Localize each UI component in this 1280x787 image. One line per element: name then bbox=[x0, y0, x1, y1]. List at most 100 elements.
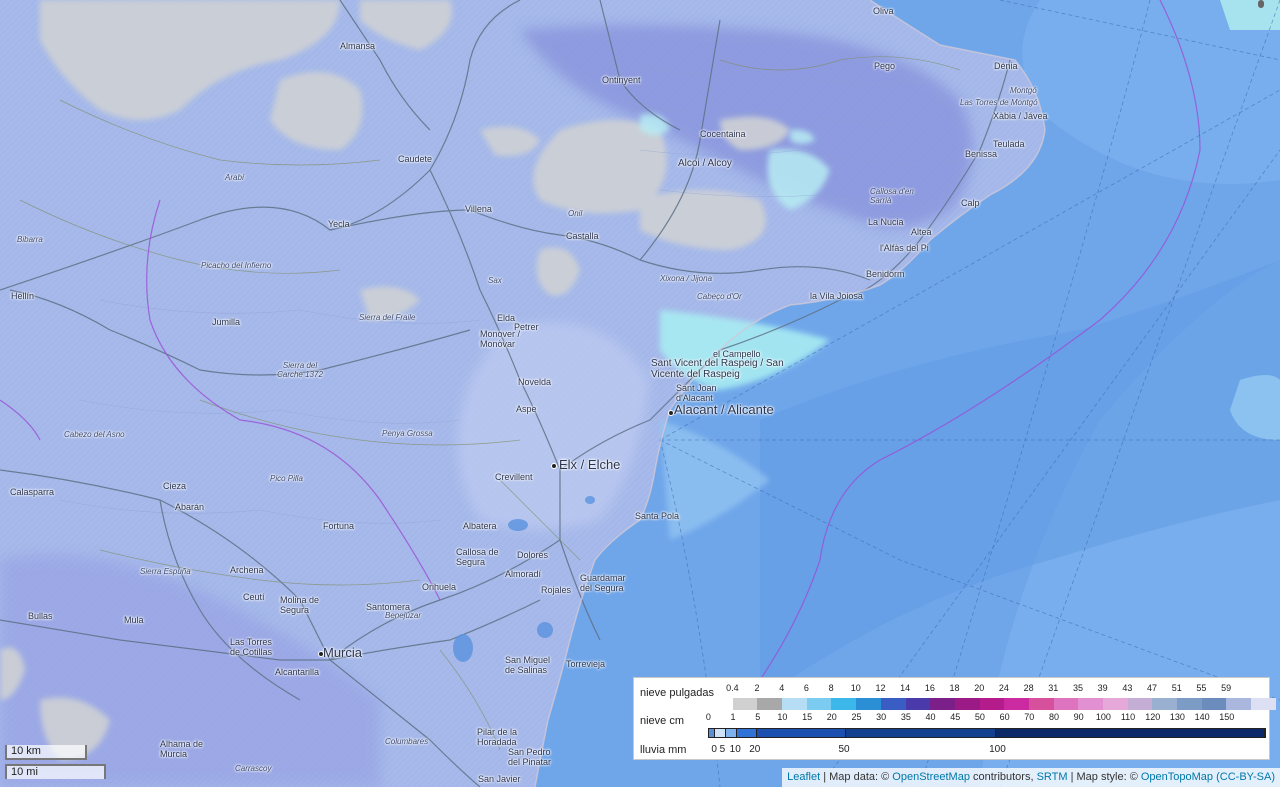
scale-bar-mi: 10 mi bbox=[5, 764, 106, 779]
snow-inches-tick: 4 bbox=[779, 683, 785, 693]
rain-color-scale bbox=[708, 728, 1266, 738]
snow-color-cell bbox=[930, 698, 955, 710]
feature-label: Sierra Espuña bbox=[140, 567, 191, 576]
snow-inches-tick: 35 bbox=[1072, 683, 1083, 693]
feature-label: Cabeço d'Or bbox=[697, 292, 742, 301]
osm-link[interactable]: OpenStreetMap bbox=[892, 771, 970, 783]
map-attribution: Leaflet | Map data: © OpenStreetMap cont… bbox=[782, 768, 1280, 787]
snow-inches-tick: 24 bbox=[998, 683, 1009, 693]
snow-cm-tick: 110 bbox=[1120, 712, 1136, 722]
city-label: Cieza bbox=[163, 481, 187, 491]
feature-label: Callosa d'en Sarrià bbox=[870, 187, 914, 205]
city-label: Benidorm bbox=[866, 269, 905, 279]
feature-label: Sierra del Carche 1372 bbox=[277, 361, 323, 379]
snow-color-cell bbox=[979, 698, 1005, 710]
snow-cm-tick: 100 bbox=[1095, 712, 1111, 722]
map-control-icon[interactable] bbox=[1258, 0, 1264, 8]
city-label: Sant Joan d'Alacant bbox=[676, 383, 717, 403]
snow-inches-tick: 18 bbox=[949, 683, 960, 693]
city-label: Jumilla bbox=[212, 317, 241, 327]
rain-tick: 100 bbox=[989, 744, 1006, 755]
snow-inches-tick: 12 bbox=[875, 683, 886, 693]
map-canvas[interactable]: Oliva Almansa Ontinyent Pego Dénia Cocen… bbox=[0, 0, 1280, 787]
rain-color-cell bbox=[715, 729, 727, 737]
snow-inches-tick: 16 bbox=[924, 683, 935, 693]
city-label: Alcoi / Alcoy bbox=[678, 158, 732, 169]
attribution-text: contributors, bbox=[969, 771, 1037, 783]
snow-inches-tick: 31 bbox=[1048, 683, 1059, 693]
rain-color-cell bbox=[995, 729, 1265, 737]
city-label: Pilar de la Horadada bbox=[477, 727, 518, 747]
license-link[interactable]: (CC-BY-SA) bbox=[1216, 771, 1275, 783]
city-label: Villena bbox=[465, 204, 492, 214]
rain-tick: 0 bbox=[711, 744, 717, 755]
feature-label: Onil bbox=[568, 209, 583, 218]
snow-inches-tick: 20 bbox=[974, 683, 985, 693]
city-label: Oliva bbox=[873, 6, 894, 16]
city-marker bbox=[551, 463, 557, 469]
snow-cm-tick: 130 bbox=[1169, 712, 1185, 722]
snow-inches-tick: 6 bbox=[803, 683, 809, 693]
snow-color-cell bbox=[1004, 698, 1029, 710]
snow-inches-ticks: 0.4 2 4 6 8 10 12 14 16 18 20 24 28 31 35 39 43 47 51 55 59 bbox=[708, 683, 1238, 693]
srtm-link[interactable]: SRTM bbox=[1037, 771, 1068, 783]
snow-cm-tick: 50 bbox=[974, 712, 985, 722]
snow-cm-tick: 45 bbox=[950, 712, 961, 722]
city-label: Dolores bbox=[517, 550, 549, 560]
snow-cm-tick: 60 bbox=[999, 712, 1010, 722]
snow-color-scale bbox=[708, 698, 1276, 710]
snow-color-cell bbox=[1201, 698, 1227, 710]
city-label: San Miguel de Salinas bbox=[505, 655, 551, 675]
rain-tick: 5 bbox=[719, 744, 726, 755]
snow-cm-tick: 25 bbox=[851, 712, 862, 722]
rain-color-cell bbox=[726, 729, 738, 737]
city-label: Ontinyent bbox=[602, 75, 641, 85]
snow-color-cell bbox=[1127, 698, 1153, 710]
snow-inches-tick: 39 bbox=[1097, 683, 1108, 693]
opentopomap-link[interactable]: OpenTopoMap bbox=[1141, 771, 1213, 783]
snow-cm-tick: 150 bbox=[1219, 712, 1235, 722]
city-label: San Pedro del Pinatar bbox=[508, 747, 552, 767]
map-base bbox=[0, 0, 1280, 787]
city-label: Elx / Elche bbox=[559, 457, 621, 472]
leaflet-link[interactable]: Leaflet bbox=[787, 771, 820, 783]
snow-color-cell bbox=[1053, 698, 1079, 710]
snow-inches-tick: 51 bbox=[1171, 683, 1182, 693]
city-label: Santa Pola bbox=[635, 511, 680, 521]
feature-label: Pico Pilla bbox=[270, 474, 303, 483]
city-label: Teulada bbox=[993, 139, 1025, 149]
feature-label: Cabezo del Asno bbox=[64, 430, 125, 439]
rain-color-cell bbox=[846, 729, 996, 737]
snow-inches-tick: 2 bbox=[754, 683, 760, 693]
snow-cm-tick: 0 bbox=[705, 712, 711, 722]
snow-color-cell bbox=[1251, 698, 1276, 710]
snow-cm-tick: 10 bbox=[777, 712, 788, 722]
snow-cm-tick: 20 bbox=[826, 712, 837, 722]
snow-cm-tick: 80 bbox=[1048, 712, 1059, 722]
city-label: Altea bbox=[911, 227, 932, 237]
snow-cm-tick: 1 bbox=[730, 712, 736, 722]
city-label: Almansa bbox=[340, 41, 376, 51]
rain-color-cell bbox=[737, 729, 758, 737]
snow-cm-tick: 30 bbox=[876, 712, 887, 722]
snow-color-cell bbox=[782, 698, 807, 710]
city-label: Hellín bbox=[11, 291, 35, 301]
city-label: Benissa bbox=[965, 149, 998, 159]
rain-color-cell bbox=[757, 729, 847, 737]
attribution-text: | Map data: © bbox=[820, 771, 893, 783]
city-label: Abarán bbox=[175, 502, 205, 512]
city-label: Yecla bbox=[328, 219, 350, 229]
city-label: Castalla bbox=[566, 231, 599, 241]
feature-label: Las Torres de Montgó bbox=[960, 98, 1038, 107]
city-label: Monover / Monòvar bbox=[480, 329, 521, 349]
snow-color-cell bbox=[856, 698, 881, 710]
city-label: Cocentaina bbox=[700, 129, 746, 139]
feature-label: Penya Grossa bbox=[382, 429, 433, 438]
snow-color-cell bbox=[1152, 698, 1178, 710]
city-label: Elda bbox=[497, 313, 516, 323]
snow-inches-tick: 10 bbox=[850, 683, 861, 693]
city-label: Sant Vicent del Raspeig / San Vicente de… bbox=[651, 358, 784, 380]
city-label: Torrevieja bbox=[566, 659, 606, 669]
snow-color-cell bbox=[1028, 698, 1054, 710]
snow-cm-label: nieve cm bbox=[640, 715, 685, 727]
